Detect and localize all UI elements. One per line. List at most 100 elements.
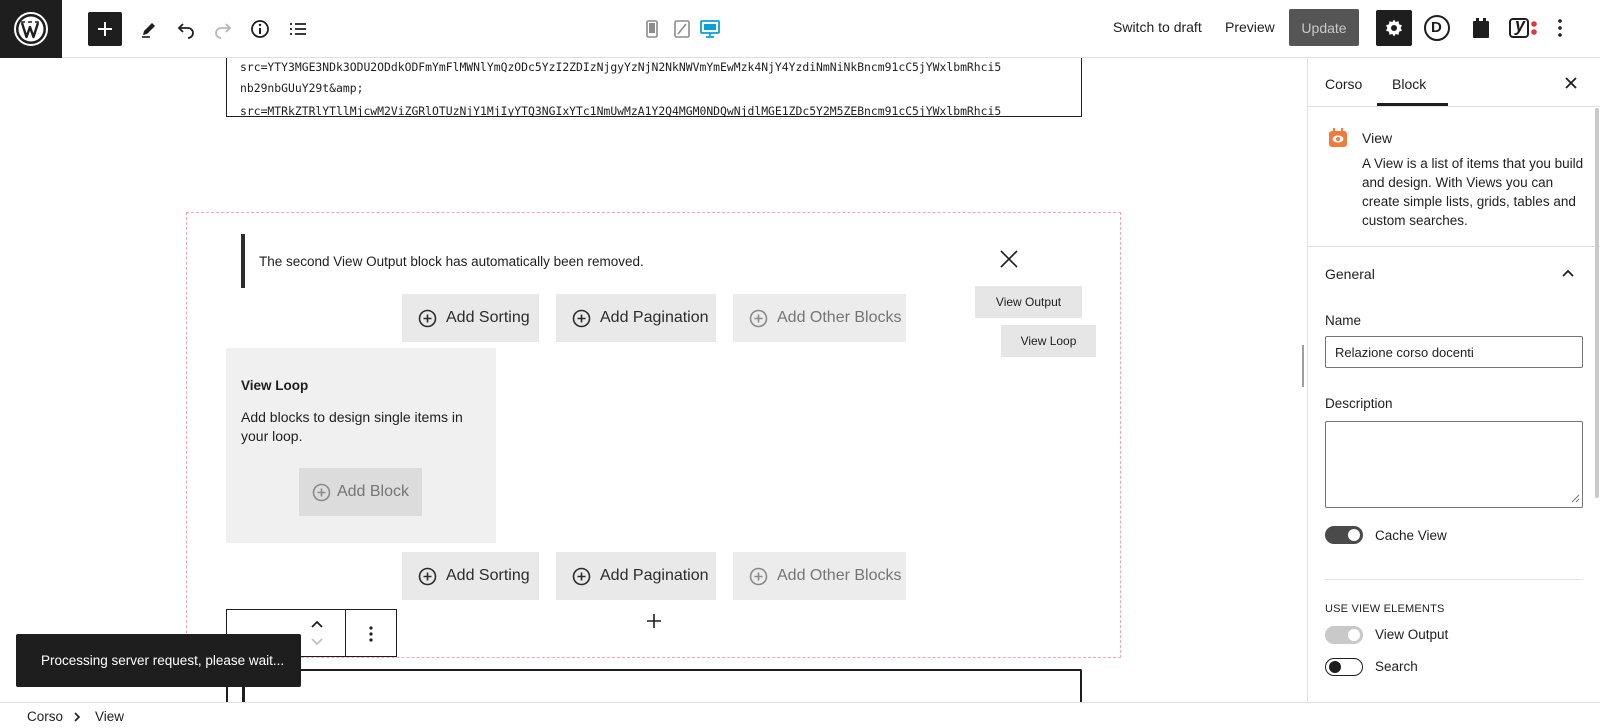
settings-button[interactable]: [1376, 10, 1412, 46]
add-block-inline-icon[interactable]: [645, 612, 663, 630]
search-toggle[interactable]: [1325, 658, 1363, 676]
editor-canvas: src=YTY3MGE3NDk3ODU2ODdkODFmYmFlMWNlYmQz…: [0, 58, 1307, 702]
mobile-preview-button[interactable]: [641, 12, 663, 46]
code-line: src=YTY3MGE3NDk3ODU2ODdkODFmYmFlMWNlYmQz…: [240, 60, 1002, 74]
add-other-blocks-label: Add Other Blocks: [777, 309, 902, 326]
tab-corso[interactable]: Corso: [1325, 76, 1362, 92]
loop-title: View Loop: [241, 378, 309, 393]
code-line: src=MTRkZTRlYTllMjcwM2ViZGRlOTUzNjY1MjIy…: [240, 104, 1002, 117]
gear-icon: [1386, 19, 1402, 37]
add-sorting-label: Add Sorting: [446, 567, 530, 584]
resize-handle-icon[interactable]: [1570, 493, 1580, 503]
search-label: Search: [1375, 659, 1418, 674]
panel-divider: [1308, 246, 1600, 247]
switch-to-draft-button[interactable]: Switch to draft: [1113, 19, 1202, 35]
yoast-letter: y: [1515, 15, 1526, 35]
mobile-device-icon: [646, 20, 658, 38]
cache-view-label: Cache View: [1375, 528, 1447, 543]
code-block[interactable]: src=YTY3MGE3NDk3ODU2ODdkODFmYmFlMWNlYmQz…: [226, 58, 1082, 117]
block-breadcrumb: Corso View: [0, 702, 1600, 728]
canvas-scroll-indicator[interactable]: [1302, 345, 1304, 387]
undo-icon: [177, 23, 194, 39]
plus-circle-icon: [572, 309, 591, 327]
view-name-input[interactable]: [1325, 336, 1583, 368]
plus-circle-icon: [572, 567, 591, 585]
tablet-device-icon: [674, 20, 690, 38]
add-pagination-button[interactable]: Add Pagination: [556, 552, 716, 600]
chevron-right-icon: [74, 712, 81, 722]
general-panel-toggle[interactable]: General: [1325, 266, 1375, 282]
add-sorting-button[interactable]: Add Sorting: [402, 552, 539, 600]
tablet-preview-button[interactable]: [670, 12, 694, 46]
add-other-blocks-button[interactable]: Add Other Blocks: [733, 294, 906, 342]
desktop-preview-button[interactable]: [696, 12, 724, 46]
desktop-device-icon: [700, 20, 720, 38]
pencil-icon: [142, 23, 155, 38]
chevron-up-icon[interactable]: [1561, 266, 1575, 280]
processing-snackbar: Processing server request, please wait..…: [16, 634, 301, 687]
view-loop-placeholder[interactable]: View Loop Add blocks to design single it…: [226, 348, 496, 543]
preview-button[interactable]: Preview: [1225, 19, 1275, 35]
close-icon[interactable]: [1563, 75, 1579, 91]
options-menu-button[interactable]: [1547, 11, 1573, 45]
cache-view-toggle[interactable]: [1325, 526, 1363, 544]
more-vertical-icon[interactable]: [368, 625, 374, 643]
add-pagination-label: Add Pagination: [600, 567, 709, 584]
name-label: Name: [1325, 313, 1362, 328]
notice-text: The second View Output block has automat…: [259, 253, 644, 269]
settings-sidebar: Corso Block View A View is a list of ite…: [1307, 58, 1600, 702]
plugin-d-button[interactable]: D: [1420, 11, 1454, 45]
close-icon[interactable]: [997, 247, 1021, 271]
add-pagination-label: Add Pagination: [600, 309, 709, 326]
wordpress-logo-button[interactable]: [0, 0, 62, 58]
undo-button[interactable]: [169, 12, 203, 46]
next-block[interactable]: [226, 669, 1082, 702]
chevron-up-icon[interactable]: [310, 618, 324, 630]
toggle-knob: [1329, 661, 1341, 673]
plus-circle-icon: [418, 567, 437, 585]
add-block-label: Add Block: [336, 483, 410, 500]
tab-block[interactable]: Block: [1392, 76, 1426, 92]
add-other-blocks-button[interactable]: Add Other Blocks: [733, 552, 906, 600]
plus-circle-icon: [749, 567, 768, 585]
breadcrumb-item-corso[interactable]: Corso: [27, 709, 63, 724]
view-output-block-label[interactable]: View Output: [975, 286, 1082, 318]
use-view-elements-heading: USE VIEW ELEMENTS: [1325, 603, 1445, 615]
view-description-textarea[interactable]: [1325, 421, 1583, 508]
yoast-seo-button[interactable]: y: [1505, 11, 1541, 45]
details-button[interactable]: [243, 12, 277, 46]
view-output-toggle[interactable]: [1325, 626, 1363, 644]
toolbar-separator: [345, 610, 346, 656]
more-vertical-icon: [1558, 19, 1562, 37]
add-block-button[interactable]: Add Block: [299, 468, 422, 516]
redo-button[interactable]: [206, 12, 240, 46]
block-library-button[interactable]: [1464, 11, 1498, 45]
plus-icon: [98, 22, 112, 36]
view-block-icon: [1329, 128, 1347, 147]
add-sorting-button[interactable]: Add Sorting: [402, 294, 539, 342]
loop-description: Add blocks to design single items in you…: [241, 409, 463, 444]
plus-circle-icon: [312, 483, 331, 501]
info-icon: [251, 20, 269, 38]
removal-notice: The second View Output block has automat…: [241, 234, 741, 288]
list-view-button[interactable]: [281, 12, 315, 46]
code-line: nb29nbGUuY29t&amp;: [240, 81, 364, 95]
section-divider: [1325, 579, 1583, 580]
redo-icon: [215, 23, 232, 39]
add-other-blocks-label: Add Other Blocks: [777, 567, 902, 584]
block-title: View: [1362, 130, 1393, 146]
wordpress-logo-icon: [14, 12, 48, 46]
chevron-down-icon[interactable]: [310, 636, 324, 648]
plugin-d-letter: D: [1431, 19, 1442, 36]
toggle-knob: [1348, 629, 1360, 641]
list-view-icon: [290, 23, 306, 35]
breadcrumb-item-view[interactable]: View: [95, 709, 124, 724]
block-inserter-button[interactable]: [88, 12, 122, 46]
view-loop-block-label[interactable]: View Loop: [1001, 325, 1096, 357]
update-button[interactable]: Update: [1289, 9, 1359, 46]
tools-button[interactable]: [132, 12, 166, 46]
snackbar-text: Processing server request, please wait..…: [41, 653, 285, 668]
add-pagination-button[interactable]: Add Pagination: [556, 294, 716, 342]
editor-top-toolbar: Switch to draft Preview Update D y: [0, 0, 1600, 58]
sidebar-scrollbar[interactable]: [1595, 108, 1599, 498]
